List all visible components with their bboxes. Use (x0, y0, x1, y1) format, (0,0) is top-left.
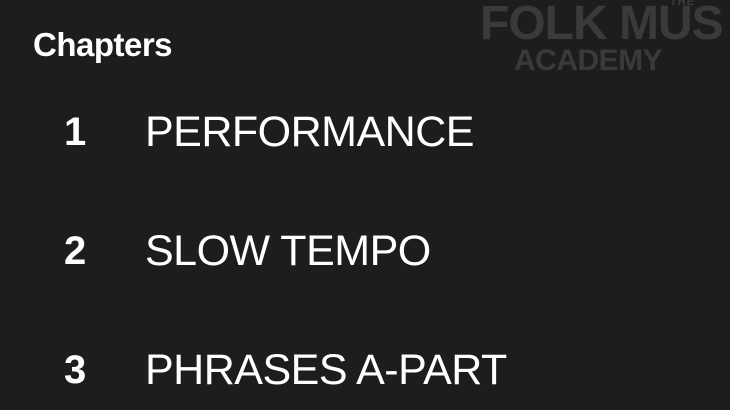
chapter-title: PHRASES A-PART (145, 346, 507, 394)
chapter-number: 2 (64, 229, 87, 273)
chapter-list: 1 PERFORMANCE 2 SLOW TEMPO 3 PHRASES A-P… (0, 0, 730, 410)
chapter-item-slow-tempo[interactable]: 2 SLOW TEMPO (0, 215, 730, 285)
chapter-item-performance[interactable]: 1 PERFORMANCE (0, 96, 730, 166)
chapter-number: 1 (64, 110, 87, 154)
chapter-item-phrases-a-part[interactable]: 3 PHRASES A-PART (0, 334, 730, 404)
chapter-title: SLOW TEMPO (145, 227, 431, 275)
chapter-title: PERFORMANCE (145, 108, 474, 156)
chapter-number: 3 (64, 348, 87, 392)
